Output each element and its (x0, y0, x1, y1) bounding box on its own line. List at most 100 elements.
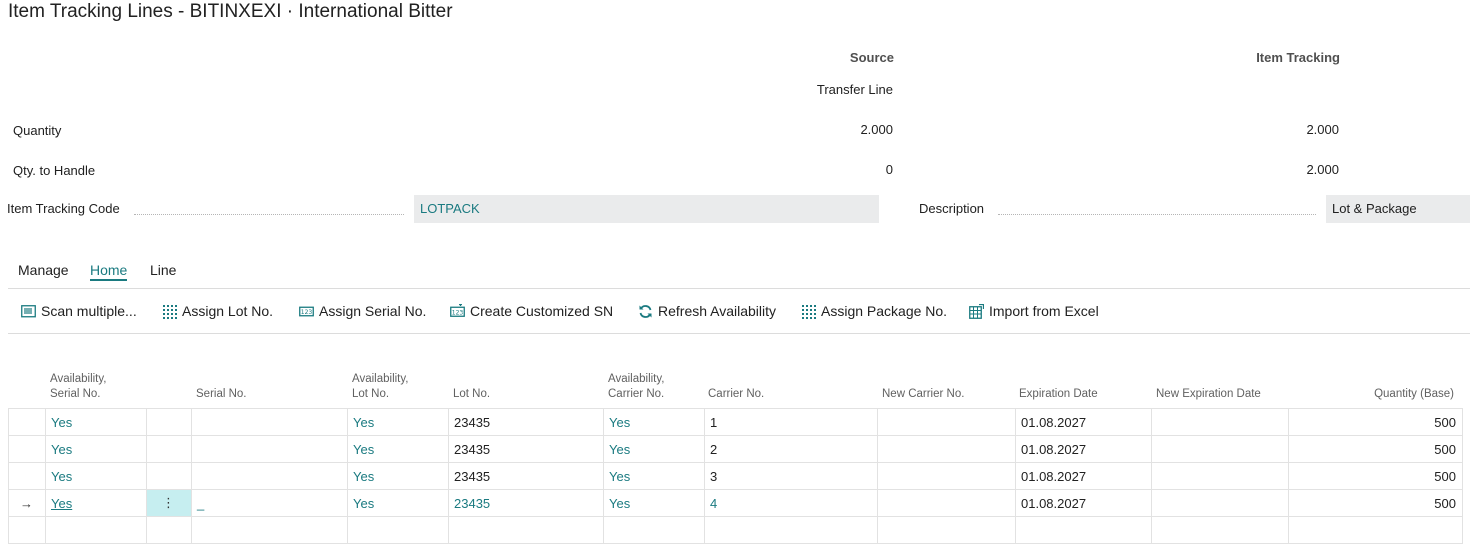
cell-new-carrier-no[interactable] (877, 462, 1016, 490)
scan-icon (21, 304, 36, 319)
cell-carrier-no[interactable]: 2 (704, 435, 878, 463)
tab-manage[interactable]: Manage (18, 262, 69, 278)
cell-carrier-no[interactable]: 3 (704, 462, 878, 490)
cell-availability-carrier[interactable]: Yes (603, 408, 705, 436)
cell-availability-serial[interactable]: Yes (45, 435, 147, 463)
refresh-availability-label: Refresh Availability (658, 303, 777, 319)
cell-quantity-base[interactable]: 500 (1288, 408, 1463, 436)
table-row-empty[interactable] (8, 516, 1463, 544)
cell-new-carrier-no[interactable] (877, 408, 1016, 436)
table-row[interactable]: Yes Yes 23435 Yes 1 01.08.2027 500 (8, 408, 1463, 436)
description-field: Lot & Package (1326, 195, 1470, 223)
row-actions-menu-button[interactable]: ⋮ (146, 489, 192, 517)
cell-expiration-date[interactable]: 01.08.2027 (1015, 489, 1152, 517)
cell-row-menu (146, 408, 192, 436)
cell-new-carrier-no[interactable] (877, 435, 1016, 463)
cell-availability-lot[interactable]: Yes (347, 489, 449, 517)
cell-lot-no[interactable]: 23435 (448, 435, 604, 463)
cell-carrier-no[interactable]: 4 (704, 489, 878, 517)
cell-new-expiration-date[interactable] (1151, 489, 1289, 517)
col-availability-carrier-header[interactable]: Availability, Carrier No. (608, 372, 664, 402)
quantity-tracking: 2.000 (1306, 122, 1339, 137)
description-leader (998, 214, 1316, 215)
cell-availability-carrier[interactable]: Yes (603, 462, 705, 490)
col-availability-lot-header[interactable]: Availability, Lot No. (352, 372, 408, 402)
custom-sn-icon: 123 (450, 302, 465, 319)
cell-availability-serial[interactable]: Yes (45, 462, 147, 490)
cell-serial-no[interactable] (191, 408, 348, 436)
cell-availability-serial[interactable]: Yes (45, 408, 147, 436)
cell-serial-no[interactable] (191, 435, 348, 463)
col-lot-no-header[interactable]: Lot No. (453, 387, 490, 402)
col-new-carrier-no-header[interactable]: New Carrier No. (882, 387, 964, 402)
cell-availability-lot[interactable]: Yes (347, 462, 449, 490)
qty-to-handle-tracking: 2.000 (1306, 162, 1339, 177)
serial-icon: 123 (299, 304, 314, 319)
empty-cell (603, 516, 705, 544)
actions-divider (8, 333, 1470, 334)
col-expiration-date-header[interactable]: Expiration Date (1019, 387, 1098, 402)
page-title: Item Tracking Lines - BITINXEXI · Intern… (8, 1, 453, 22)
cell-lot-no[interactable]: 23435 (448, 489, 604, 517)
item-tracking-code-field[interactable]: LOTPACK (414, 195, 879, 223)
empty-cell (877, 516, 1016, 544)
cell-quantity-base[interactable]: 500 (1288, 462, 1463, 490)
source-type: Transfer Line (816, 82, 893, 97)
cell-quantity-base[interactable]: 500 (1288, 435, 1463, 463)
svg-text:123: 123 (452, 309, 464, 316)
col-availability-serial-line1: Availability, (50, 373, 107, 385)
tab-line[interactable]: Line (150, 262, 176, 278)
cell-new-carrier-no[interactable] (877, 489, 1016, 517)
col-serial-no-header[interactable]: Serial No. (196, 387, 247, 402)
assign-serial-no-label: Assign Serial No. (319, 303, 427, 319)
cell-carrier-no[interactable]: 1 (704, 408, 878, 436)
col-availability-carrier-line1: Availability, (608, 373, 665, 385)
cell-new-expiration-date[interactable] (1151, 435, 1289, 463)
table-row[interactable]: Yes Yes 23435 Yes 2 01.08.2027 500 (8, 435, 1463, 463)
cell-expiration-date[interactable]: 01.08.2027 (1015, 408, 1152, 436)
empty-cell (8, 516, 46, 544)
col-carrier-no-header[interactable]: Carrier No. (708, 387, 764, 402)
import-from-excel-label: Import from Excel (989, 303, 1099, 319)
empty-cell (146, 516, 192, 544)
cell-new-expiration-date[interactable] (1151, 408, 1289, 436)
source-header: Source (849, 50, 894, 65)
cell-lot-no[interactable]: 23435 (448, 462, 604, 490)
col-quantity-base-header[interactable]: Quantity (Base) (1300, 387, 1454, 402)
col-availability-serial-header[interactable]: Availability, Serial No. (50, 372, 106, 402)
col-availability-lot-line2: Lot No. (352, 388, 390, 400)
tab-home[interactable]: Home (90, 262, 128, 281)
cell-availability-lot[interactable]: Yes (347, 435, 449, 463)
cell-availability-serial[interactable]: Yes (45, 489, 147, 517)
cell-expiration-date[interactable]: 01.08.2027 (1015, 462, 1152, 490)
tracking-lines-table: Yes Yes 23435 Yes 1 01.08.2027 500 Yes Y… (8, 408, 1463, 544)
col-availability-lot-line1: Availability, (352, 373, 409, 385)
assign-serial-no-button[interactable]: 123 Assign Serial No. (299, 303, 426, 319)
cell-availability-carrier[interactable]: Yes (603, 435, 705, 463)
table-row[interactable]: Yes Yes 23435 Yes 3 01.08.2027 500 (8, 462, 1463, 490)
assign-lot-no-button[interactable]: Assign Lot No. (162, 303, 273, 319)
table-row-active[interactable]: → Yes ⋮ _ Yes 23435 Yes 4 01.08.2027 500 (8, 489, 1463, 517)
refresh-availability-button[interactable]: Refresh Availability (638, 303, 776, 319)
cell-lot-no[interactable]: 23435 (448, 408, 604, 436)
col-availability-serial-line2: Serial No. (50, 388, 101, 400)
cell-serial-no[interactable]: _ (191, 489, 348, 517)
cell-availability-carrier[interactable]: Yes (603, 489, 705, 517)
cell-availability-lot[interactable]: Yes (347, 408, 449, 436)
scan-multiple-button[interactable]: Scan multiple... (21, 303, 137, 319)
cell-row-menu (146, 462, 192, 490)
empty-cell (1151, 516, 1289, 544)
assign-package-no-button[interactable]: Assign Package No. (801, 303, 947, 319)
cell-expiration-date[interactable]: 01.08.2027 (1015, 435, 1152, 463)
empty-cell (45, 516, 147, 544)
cell-quantity-base[interactable]: 500 (1288, 489, 1463, 517)
cell-serial-no[interactable] (191, 462, 348, 490)
tracking-code-leader (134, 214, 404, 215)
col-new-expiration-date-header[interactable]: New Expiration Date (1156, 387, 1261, 402)
import-from-excel-button[interactable]: Import from Excel (969, 303, 1099, 319)
excel-icon (969, 303, 985, 319)
cell-new-expiration-date[interactable] (1151, 462, 1289, 490)
create-customized-sn-button[interactable]: 123 Create Customized SN (450, 302, 613, 319)
quantity-source: 2.000 (860, 122, 893, 137)
empty-cell (191, 516, 348, 544)
